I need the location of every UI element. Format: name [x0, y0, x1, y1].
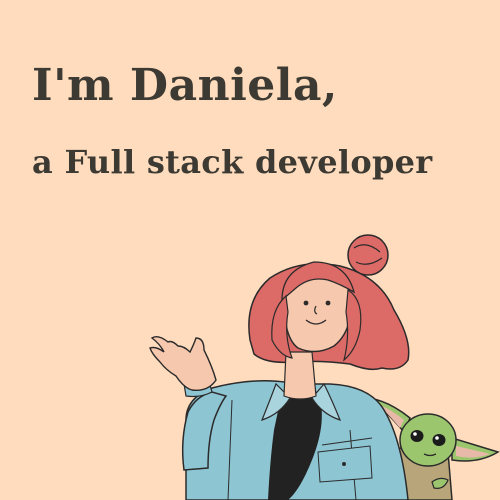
hero-illustration: [149, 234, 500, 500]
hero-canvas: I'm Daniela, a Full stack developer: [0, 0, 500, 500]
person-character: [149, 234, 410, 500]
